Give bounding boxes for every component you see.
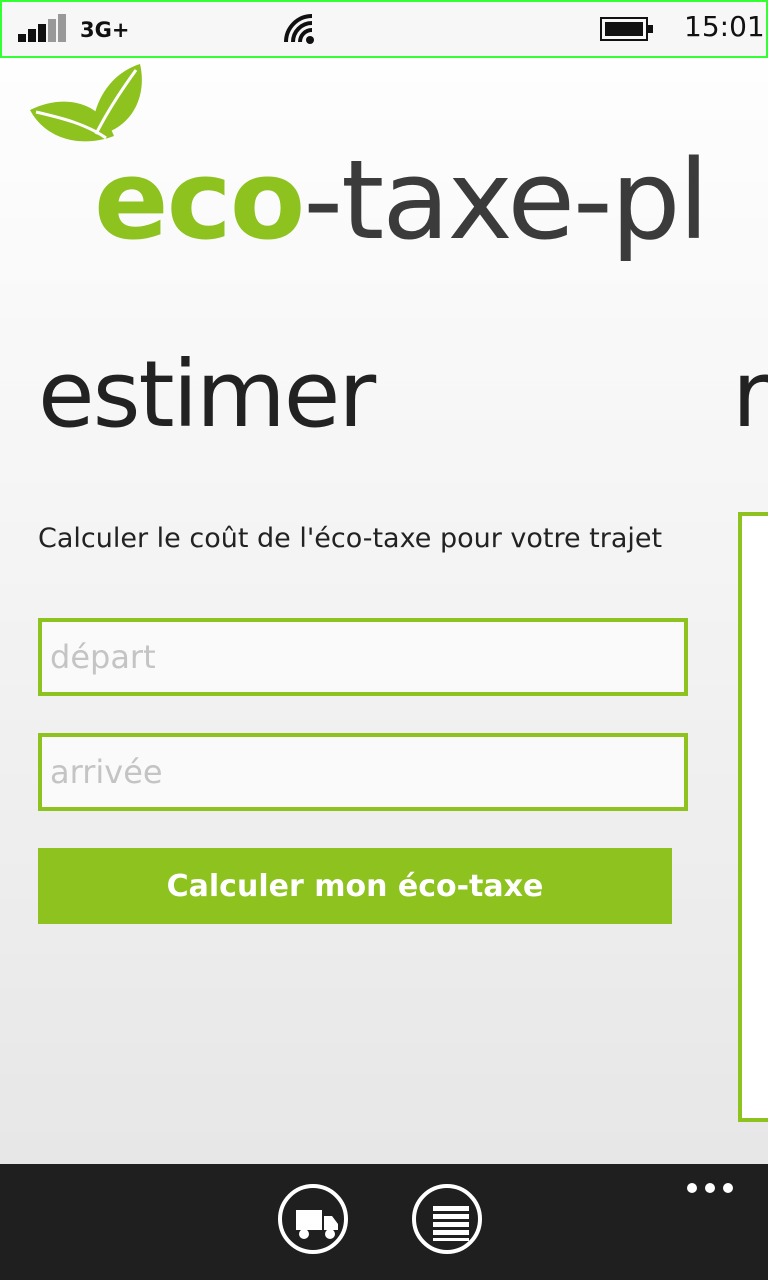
more-icon[interactable] [686, 1178, 734, 1198]
calculate-button[interactable]: Calculer mon éco-taxe [38, 848, 672, 924]
pivot-header-estimer[interactable]: estimer [38, 345, 376, 445]
app-logo: eco-taxe-pl [22, 58, 742, 260]
network-type: 3G+ [80, 18, 130, 42]
signal-icon [18, 14, 66, 42]
battery-icon [600, 17, 653, 41]
form-description: Calculer le coût de l'éco-taxe pour votr… [38, 523, 663, 554]
truck-button[interactable] [278, 1184, 348, 1254]
list-button[interactable] [412, 1184, 482, 1254]
list-icon [433, 1206, 469, 1241]
app-bar [0, 1164, 768, 1280]
depart-input[interactable] [38, 618, 688, 696]
clock: 15:01 [684, 10, 765, 43]
wifi-icon [284, 14, 314, 44]
next-pivot-panel [738, 512, 768, 1122]
arrivee-input[interactable] [38, 733, 688, 811]
pivot-header-next[interactable]: r [732, 345, 768, 445]
logo-eco-text: eco [94, 136, 305, 264]
logo-rest-text: -taxe-pl [303, 136, 709, 264]
truck-icon [296, 1210, 338, 1239]
status-bar: 3G+ 15:01 [0, 0, 768, 58]
